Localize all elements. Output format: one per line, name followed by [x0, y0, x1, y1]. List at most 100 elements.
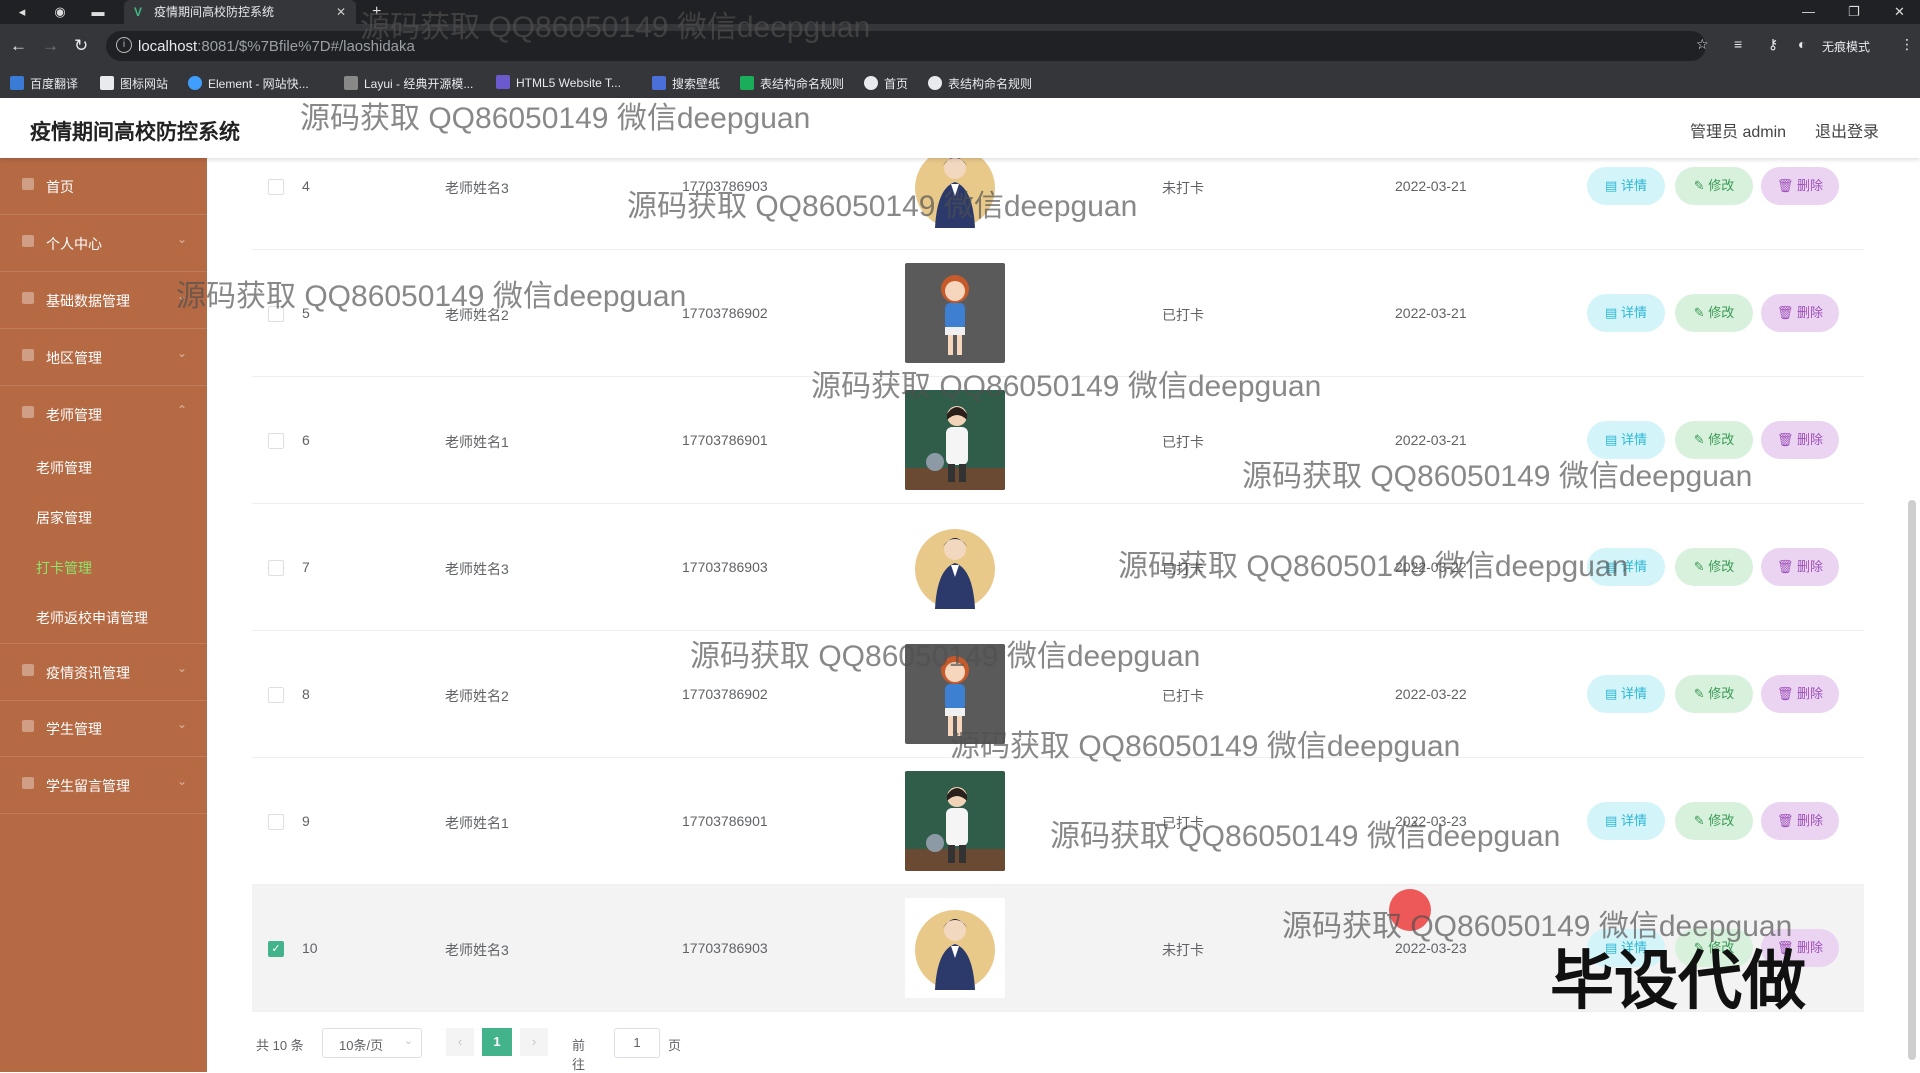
- menu-item-student[interactable]: 学生管理 ⌄: [0, 700, 207, 757]
- delete-button[interactable]: 🗑 删除: [1761, 421, 1839, 459]
- delete-button[interactable]: 🗑 删除: [1761, 294, 1839, 332]
- teacher-phone: 17703786903: [682, 559, 768, 575]
- bookmark-item[interactable]: 表结构命名规则: [928, 75, 1032, 92]
- menu-item-student-message[interactable]: 学生留言管理 ⌄: [0, 757, 207, 814]
- restore-icon[interactable]: ❐: [1848, 0, 1860, 24]
- detail-button[interactable]: ▤ 详情: [1587, 167, 1665, 205]
- table-row[interactable]: 5 老师姓名2 17703786902 已打卡 2022-03-21 ▤ 详情 ✎ 修改 🗑 …: [252, 250, 1864, 377]
- row-index: 7: [302, 559, 310, 575]
- detail-button[interactable]: ▤ 详情: [1587, 548, 1665, 586]
- submenu-return-application[interactable]: 老师返校申请管理: [36, 608, 148, 628]
- row-checkbox[interactable]: ✓: [268, 941, 284, 957]
- back-icon[interactable]: ←: [10, 36, 27, 56]
- bookmark-item[interactable]: 搜索壁纸: [652, 75, 720, 92]
- row-checkbox[interactable]: [268, 687, 284, 703]
- teacher-name: 老师姓名2: [445, 688, 509, 704]
- delete-button[interactable]: 🗑 删除: [1761, 802, 1839, 840]
- scrollbar[interactable]: [1908, 500, 1916, 1060]
- detail-button[interactable]: ▤ 详情: [1587, 421, 1665, 459]
- page-number-current[interactable]: 1: [482, 1028, 512, 1056]
- menu-item-teacher[interactable]: 老师管理 ⌃: [0, 386, 207, 442]
- minimize-icon[interactable]: —: [1802, 0, 1815, 24]
- submenu-checkin-management[interactable]: 打卡管理: [36, 558, 92, 578]
- row-checkbox[interactable]: [268, 560, 284, 576]
- next-page-button[interactable]: ›: [520, 1028, 548, 1056]
- sidebar: 首页 个人中心 ⌄ 基础数据管理 ⌄ 地区管理 ⌄ 老师管理 ⌃ 老师管理 居家…: [0, 158, 207, 1072]
- browser-icon[interactable]: ◉: [50, 2, 70, 22]
- url-path: :8081/$%7Bfile%7D#/laoshidaka: [197, 38, 415, 55]
- row-checkbox[interactable]: [268, 814, 284, 830]
- menu-item-region[interactable]: 地区管理 ⌄: [0, 329, 207, 386]
- student-icon: [22, 720, 34, 732]
- checkin-status: 已打卡: [1162, 561, 1204, 577]
- forward-icon[interactable]: →: [42, 36, 59, 56]
- edit-button[interactable]: ✎ 修改: [1675, 675, 1753, 713]
- chevron-down-icon: ⌄: [176, 717, 187, 731]
- row-checkbox[interactable]: [268, 306, 284, 322]
- bookmark-item[interactable]: HTML5 Website T...: [496, 75, 621, 90]
- window-icon[interactable]: ▬: [88, 2, 108, 22]
- speaker-icon[interactable]: ◂: [12, 2, 32, 22]
- reload-icon[interactable]: ↻: [74, 36, 88, 56]
- table-row[interactable]: 8 老师姓名2 17703786902 已打卡 2022-03-22 ▤ 详情 ✎ 修改 🗑 …: [252, 631, 1864, 758]
- logout-link[interactable]: 退出登录: [1815, 118, 1879, 142]
- close-tab-icon[interactable]: ✕: [336, 0, 346, 24]
- checkin-status: 已打卡: [1162, 815, 1204, 831]
- delete-button[interactable]: 🗑 删除: [1761, 675, 1839, 713]
- prev-page-button[interactable]: ‹: [446, 1028, 474, 1056]
- bookmark-item[interactable]: 百度翻译: [10, 75, 78, 92]
- delete-button[interactable]: 🗑 删除: [1761, 548, 1839, 586]
- incognito-icon[interactable]: ◐: [1798, 36, 1806, 52]
- pencil-icon: ✎: [1693, 305, 1709, 320]
- key-icon[interactable]: ⚷: [1768, 36, 1778, 53]
- table-row[interactable]: 7 老师姓名3 17703786903 已打卡 2022-03-22 ▤ 详情 ✎ 修改 🗑 …: [252, 504, 1864, 631]
- edit-button[interactable]: ✎ 修改: [1675, 167, 1753, 205]
- submenu-home-management[interactable]: 居家管理: [36, 508, 92, 528]
- teacher-photo: [905, 644, 1005, 744]
- close-window-icon[interactable]: ✕: [1894, 0, 1905, 24]
- bookmark-item[interactable]: 表结构命名规则: [740, 75, 844, 92]
- bookmark-item[interactable]: Element - 网站快...: [188, 75, 309, 92]
- delete-button[interactable]: 🗑 删除: [1761, 167, 1839, 205]
- bookmark-item[interactable]: 图标网站: [100, 75, 168, 92]
- browser-tab[interactable]: V 疫情期间高校防控系统 ✕: [124, 0, 356, 24]
- menu-item-profile[interactable]: 个人中心 ⌄: [0, 215, 207, 272]
- profile-label[interactable]: 无痕模式: [1822, 38, 1870, 55]
- edit-button[interactable]: ✎ 修改: [1675, 548, 1753, 586]
- bookmark-item[interactable]: 首页: [864, 75, 908, 92]
- detail-button[interactable]: ▤ 详情: [1587, 675, 1665, 713]
- row-checkbox[interactable]: [268, 179, 284, 195]
- teacher-name: 老师姓名3: [445, 180, 509, 196]
- edit-button[interactable]: ✎ 修改: [1675, 421, 1753, 459]
- menu-icon[interactable]: ⋮: [1900, 36, 1914, 53]
- edit-button[interactable]: ✎ 修改: [1675, 802, 1753, 840]
- star-icon[interactable]: ☆: [1696, 36, 1709, 53]
- detail-button[interactable]: ▤ 详情: [1587, 802, 1665, 840]
- reading-list-icon[interactable]: ≡: [1734, 36, 1742, 52]
- url-field[interactable]: i localhost:8081/$%7Bfile%7D#/laoshidaka: [106, 31, 1706, 61]
- teacher-name: 老师姓名1: [445, 815, 509, 831]
- checkin-date: 2022-03-21: [1395, 178, 1467, 194]
- goto-page-input[interactable]: 1: [614, 1028, 660, 1058]
- bookmark-item[interactable]: Layui - 经典开源模...: [344, 75, 473, 92]
- table-row[interactable]: 6 老师姓名1 17703786901 已打卡 2022-03-21 ▤ 详情 ✎ 修改 🗑 …: [252, 377, 1864, 504]
- submenu-teacher-management[interactable]: 老师管理: [36, 458, 92, 478]
- table-row[interactable]: 9 老师姓名1 17703786901 已打卡 2022-03-23 ▤ 详情 ✎ 修改 🗑 …: [252, 758, 1864, 885]
- row-checkbox[interactable]: [268, 433, 284, 449]
- chevron-down-icon: ⌄: [403, 1035, 413, 1047]
- teacher-photo: [905, 263, 1005, 363]
- edit-button[interactable]: ✎ 修改: [1675, 294, 1753, 332]
- new-tab-icon[interactable]: +: [372, 0, 381, 24]
- teacher-name: 老师姓名2: [445, 307, 509, 323]
- tab-title: 疫情期间高校防控系统: [154, 5, 275, 19]
- info-icon[interactable]: i: [116, 37, 132, 53]
- chevron-down-icon: ⌄: [176, 289, 187, 303]
- page-size-select[interactable]: 10条/页 ⌄: [322, 1028, 422, 1058]
- menu-item-home[interactable]: 首页: [0, 158, 207, 215]
- document-icon: ▤: [1605, 813, 1621, 828]
- menu-label: 学生留言管理: [46, 778, 130, 794]
- detail-button[interactable]: ▤ 详情: [1587, 294, 1665, 332]
- menu-item-epidemic-news[interactable]: 疫情资讯管理 ⌄: [0, 643, 207, 701]
- menu-item-basic-data[interactable]: 基础数据管理 ⌄: [0, 272, 207, 329]
- checkin-date: 2022-03-22: [1395, 686, 1467, 702]
